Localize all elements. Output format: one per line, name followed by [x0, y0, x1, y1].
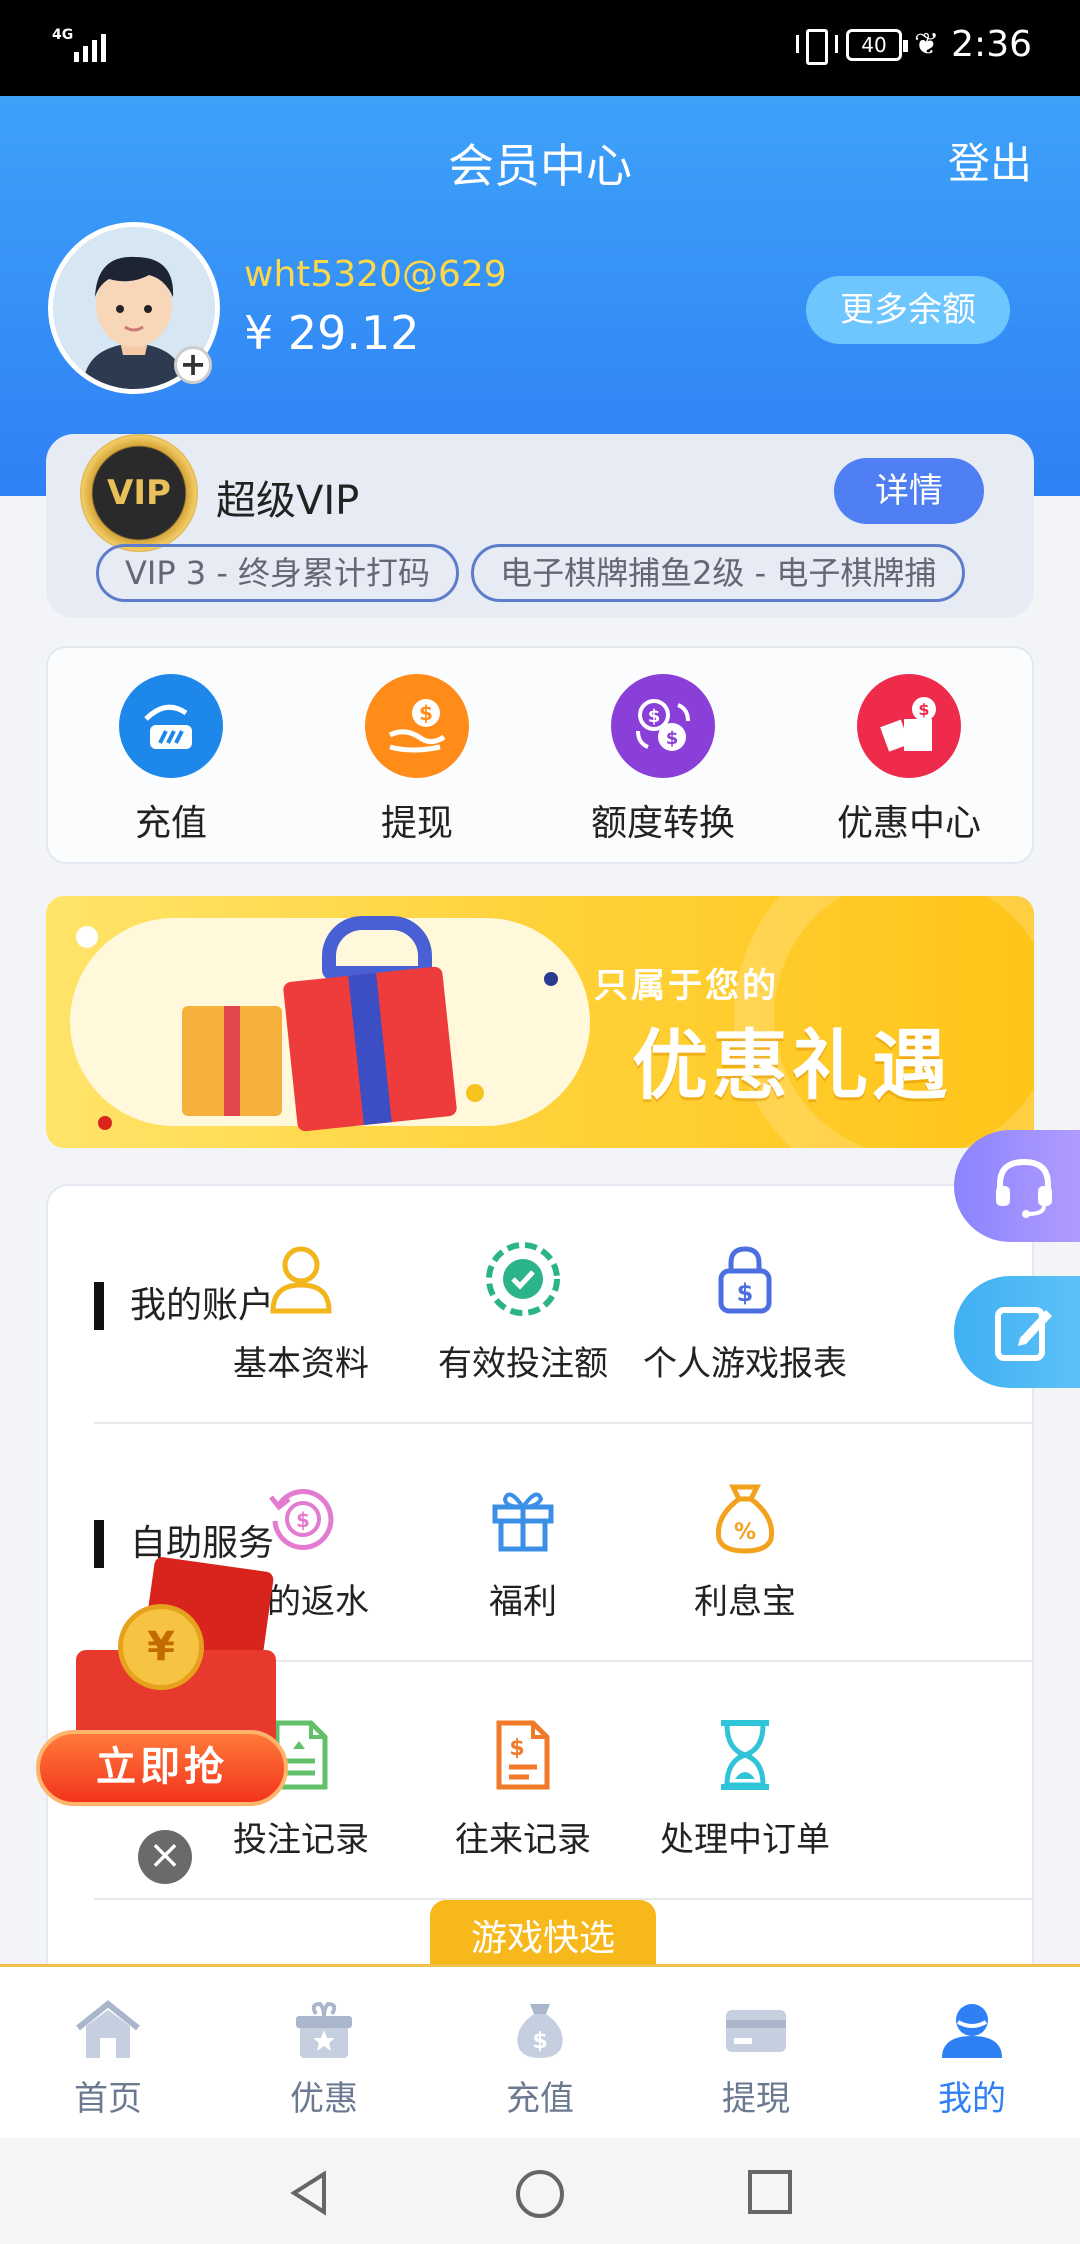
menu-label[interactable]: 福利 — [418, 1574, 628, 1623]
deposit-action[interactable]: 充值 — [48, 648, 294, 862]
system-nav-bar — [0, 2138, 1080, 2244]
red-packet-popup[interactable]: ¥ 立即抢 — [36, 1556, 288, 1820]
nav-withdraw[interactable]: 提現 — [648, 1967, 864, 2138]
close-popup-icon[interactable]: × — [138, 1830, 192, 1884]
withdraw-hand-coin-icon: $ — [365, 674, 469, 778]
page-title: 会员中心 — [448, 139, 632, 193]
signal-icon — [74, 32, 106, 62]
bottom-nav: 首页 优惠 $ 充值 提現 我的 — [0, 1964, 1080, 2138]
network-type: 4G — [52, 27, 74, 43]
customer-service-button[interactable] — [954, 1130, 1080, 1242]
money-bag-percent-icon[interactable]: % — [700, 1472, 790, 1562]
home-circle-icon[interactable] — [514, 2168, 566, 2220]
nav-mine[interactable]: 我的 — [864, 1967, 1080, 2138]
transfer-action[interactable]: $ $ 额度转换 — [540, 648, 786, 862]
section-title: 我的账户 — [94, 1282, 274, 1330]
banner-dot — [466, 1084, 484, 1102]
svg-text:$: $ — [666, 728, 679, 749]
hourglass-icon[interactable] — [700, 1710, 790, 1800]
withdraw-label: 提现 — [380, 803, 453, 844]
nav-label: 充值 — [506, 2079, 574, 2119]
back-icon[interactable] — [284, 2168, 334, 2218]
promo-center-label: 优惠中心 — [836, 803, 981, 844]
nav-label: 我的 — [938, 2079, 1006, 2119]
power-saving-icon: ❦ — [914, 27, 940, 62]
gift-icon — [289, 1999, 359, 2061]
recents-icon[interactable] — [746, 2168, 794, 2216]
svg-text:%: % — [734, 1520, 756, 1545]
svg-text:$: $ — [648, 706, 661, 727]
grab-now-button[interactable]: 立即抢 — [36, 1730, 288, 1806]
nav-label: 首页 — [74, 2079, 142, 2119]
currency-exchange-icon: $ $ — [611, 674, 715, 778]
nav-home[interactable]: 首页 — [0, 1967, 216, 2138]
username: wht5320@629 — [244, 254, 507, 295]
gift-small-icon — [182, 1006, 282, 1116]
vip-detail-button[interactable]: 详情 — [834, 458, 984, 524]
transaction-record-icon[interactable]: $ — [478, 1710, 568, 1800]
banner-dot — [76, 926, 98, 948]
vip-tag[interactable]: 电子棋牌捕鱼2级 - 电子棋牌捕 — [471, 544, 966, 602]
banner-subtitle: 只属于您的 — [594, 966, 779, 1006]
more-balance-button[interactable]: 更多余额 — [806, 276, 1010, 344]
user-icon — [937, 1999, 1007, 2061]
menu-label[interactable]: 个人游戏报表 — [640, 1336, 850, 1385]
battery-icon: 40 — [846, 28, 909, 61]
deposit-hand-card-icon — [119, 674, 223, 778]
add-avatar-icon[interactable]: + — [174, 346, 212, 384]
promo-banner[interactable]: 只属于您的 优惠礼遇 — [46, 896, 1034, 1148]
money-bag-icon: $ — [505, 1999, 575, 2061]
menu-label[interactable]: 往来记录 — [418, 1812, 628, 1861]
svg-text:$: $ — [296, 1508, 310, 1532]
vip-tags: VIP 3 - 终身累计打码 电子棋牌捕鱼2级 - 电子棋牌捕 — [96, 544, 1032, 604]
balance: ¥ 29.12 — [244, 306, 420, 360]
edit-icon — [995, 1307, 1052, 1361]
gift-box-icon[interactable] — [478, 1472, 568, 1562]
banner-title: 优惠礼遇 — [632, 1021, 952, 1110]
gift-large-icon — [282, 966, 458, 1132]
vip-level-title: 超级VIP — [216, 478, 360, 524]
vip-badge-icon: VIP — [80, 434, 198, 552]
lock-dollar-icon[interactable]: $ — [700, 1234, 790, 1324]
menu-label[interactable]: 利息宝 — [640, 1574, 850, 1623]
chip-icon[interactable] — [478, 1234, 568, 1324]
coin-icon: ¥ — [118, 1604, 204, 1690]
menu-label[interactable]: 基本资料 — [196, 1336, 406, 1385]
rebate-dollar-icon[interactable]: $ — [256, 1472, 346, 1562]
nav-promotions[interactable]: 优惠 — [216, 1967, 432, 2138]
promo-center-action[interactable]: $ 优惠中心 — [786, 648, 1032, 862]
menu-label[interactable]: 处理中订单 — [640, 1812, 850, 1861]
deposit-label: 充值 — [134, 803, 207, 844]
banner-dot — [98, 1116, 112, 1130]
gift-coupon-icon: $ — [857, 674, 961, 778]
banner-dot — [544, 972, 558, 986]
logout-button[interactable]: 登出 — [948, 130, 1032, 191]
vip-tag[interactable]: VIP 3 - 终身累计打码 — [96, 544, 460, 602]
clock: 2:36 — [951, 24, 1032, 65]
nav-label: 优惠 — [290, 2079, 358, 2119]
section-my-account: 我的账户 基本资料 有效投注额 $ 个人游戏报表 — [94, 1186, 1032, 1424]
svg-text:$: $ — [509, 1736, 524, 1761]
quick-actions: 充值 $ 提现 $ $ 额度转换 $ 优惠中心 — [46, 646, 1034, 864]
menu-label[interactable]: 有效投注额 — [418, 1336, 628, 1385]
withdraw-action[interactable]: $ 提现 — [294, 648, 540, 862]
vibrate-icon — [794, 27, 839, 65]
user-profile-icon[interactable] — [256, 1234, 346, 1324]
status-bar: 4G 40 ❦ 2:36 — [0, 0, 1080, 96]
svg-text:$: $ — [737, 1279, 754, 1307]
headset-icon — [996, 1158, 1052, 1218]
nav-label: 提現 — [722, 2079, 790, 2119]
svg-text:$: $ — [419, 701, 433, 725]
home-icon — [73, 1999, 143, 2061]
transfer-label: 额度转换 — [590, 803, 735, 844]
vip-card: VIP 超级VIP 详情 VIP 3 - 终身累计打码 电子棋牌捕鱼2级 - 电… — [46, 434, 1034, 618]
nav-deposit[interactable]: $ 充值 — [432, 1967, 648, 2138]
card-icon — [721, 1999, 791, 2061]
feedback-button[interactable] — [954, 1276, 1080, 1388]
svg-text:$: $ — [918, 700, 929, 719]
svg-text:$: $ — [532, 2029, 547, 2054]
